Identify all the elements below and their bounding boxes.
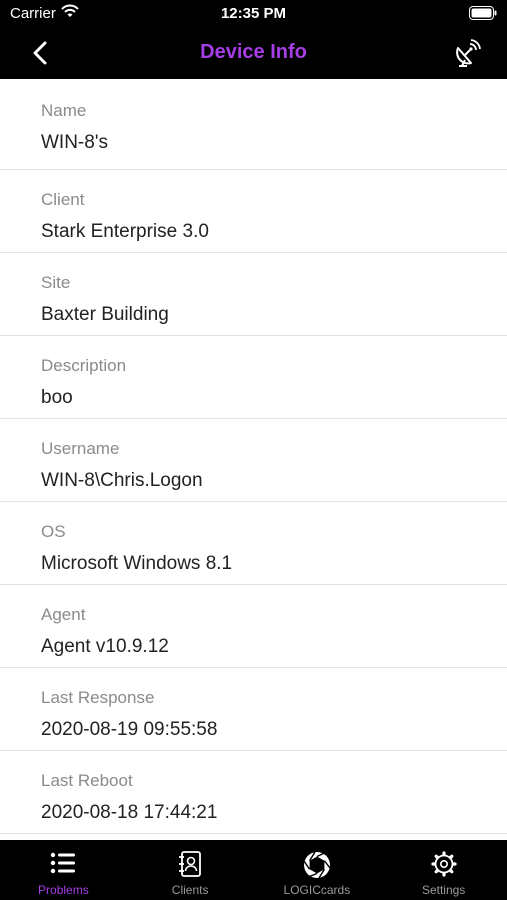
info-row-agent: Agent Agent v10.9.12: [0, 585, 507, 668]
info-row-last-response: Last Response 2020-08-19 09:55:58: [0, 668, 507, 751]
contacts-icon: [178, 851, 202, 882]
list-icon: [50, 851, 76, 880]
info-row-os: OS Microsoft Windows 8.1: [0, 502, 507, 585]
info-row-username: Username WIN-8\Chris.Logon: [0, 419, 507, 502]
field-label: Client: [41, 190, 85, 209]
tab-problems[interactable]: Problems: [0, 840, 127, 900]
tab-logiccards[interactable]: LOGICcards: [254, 840, 381, 900]
field-label: Agent: [41, 605, 86, 624]
info-row-site: Site Baxter Building: [0, 253, 507, 336]
tab-label: Clients: [171, 883, 209, 897]
info-row-name: Name WIN-8's: [0, 79, 507, 170]
tab-clients[interactable]: Clients: [127, 840, 254, 900]
satellite-dish-icon: [456, 39, 481, 67]
tab-bar: Problems Clients LOGICcards Settings: [0, 840, 507, 900]
remote-connect-button[interactable]: [453, 38, 481, 68]
info-row-last-reboot: Last Reboot 2020-08-18 17:44:21: [0, 751, 507, 834]
field-value: WIN-8\Chris.Logon: [41, 470, 203, 491]
aperture-icon: [303, 851, 331, 884]
info-row-client: Client Stark Enterprise 3.0: [0, 170, 507, 253]
navigation-bar: Device Info: [0, 28, 507, 79]
field-label: Description: [41, 356, 127, 375]
tab-label: LOGICcards: [283, 883, 351, 897]
field-label: Last Reboot: [41, 771, 133, 790]
field-value: 2020-08-18 17:44:21: [41, 802, 218, 823]
info-row-description: Description boo: [0, 336, 507, 419]
field-value: 2020-08-19 09:55:58: [41, 719, 218, 740]
field-value: Stark Enterprise 3.0: [41, 221, 209, 242]
tab-label: Problems: [38, 883, 89, 897]
tab-settings[interactable]: Settings: [380, 840, 507, 900]
field-label: Name: [41, 101, 87, 120]
field-label: OS: [41, 522, 66, 541]
page-title: Device Info: [200, 41, 307, 63]
field-value: boo: [41, 387, 73, 408]
field-label: Site: [41, 273, 71, 292]
status-time: 12:35 PM: [220, 5, 287, 22]
field-value: WIN-8's: [41, 132, 108, 153]
gear-icon: [431, 851, 457, 882]
field-label: Username: [41, 439, 120, 458]
battery-icon: [469, 6, 497, 25]
device-info-list[interactable]: Name WIN-8's Client Stark Enterprise 3.0…: [0, 79, 507, 840]
tab-label: Settings: [421, 883, 466, 897]
field-value: Agent v10.9.12: [41, 636, 169, 657]
status-bar: Carrier 12:35 PM: [0, 0, 507, 28]
field-value: Baxter Building: [41, 304, 169, 325]
field-value: Microsoft Windows 8.1: [41, 553, 233, 574]
field-label: Last Response: [41, 688, 155, 707]
